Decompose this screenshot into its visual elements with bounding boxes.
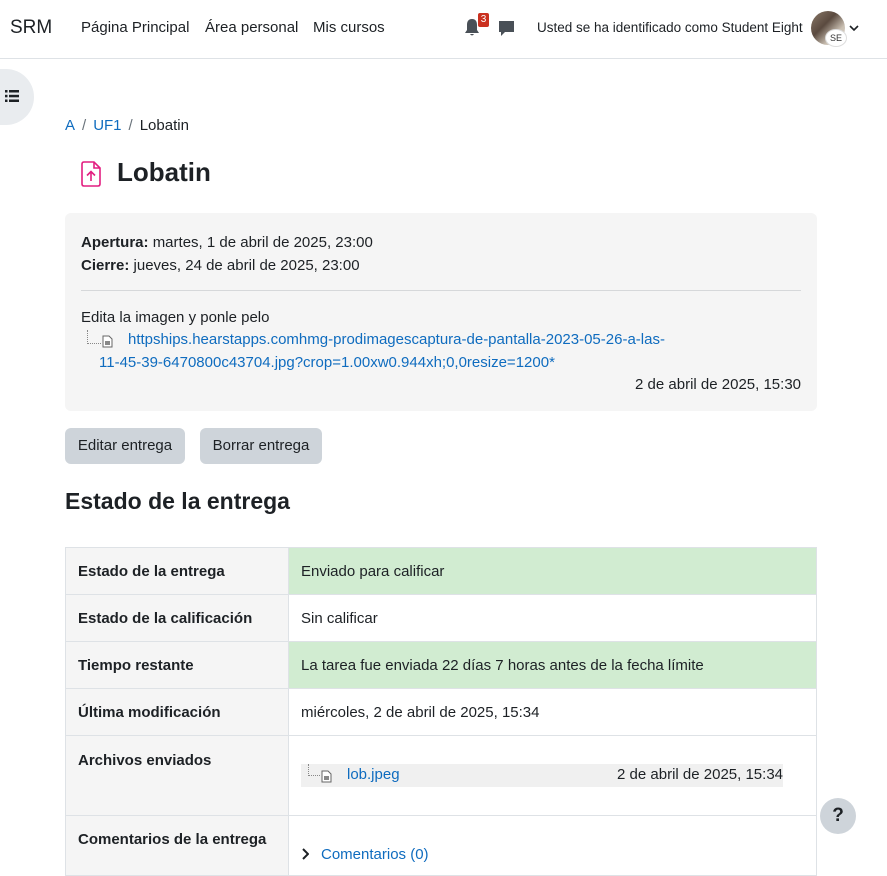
- table-row: Estado de la entrega Enviado para califi…: [65, 547, 817, 595]
- delete-submission-button[interactable]: Borrar entrega: [200, 428, 322, 464]
- submitted-file-link[interactable]: lob.jpeg: [347, 766, 400, 783]
- notification-count-badge: 3: [478, 13, 489, 27]
- closing-date-label: Cierre:: [81, 257, 130, 274]
- row-label: Estado de la calificación: [65, 594, 289, 642]
- messages-chat-icon[interactable]: [497, 19, 516, 38]
- attachment-date: 2 de abril de 2025, 15:30: [635, 376, 801, 393]
- chevron-right-icon[interactable]: [301, 848, 309, 860]
- row-label: Estado de la entrega: [65, 547, 289, 595]
- image-file-icon: [321, 770, 332, 783]
- comments-toggle-link[interactable]: Comentarios (0): [321, 846, 429, 863]
- time-remaining-value: La tarea fue enviada 22 días 7 horas ant…: [288, 641, 817, 689]
- top-navbar: SRM Página Principal Área personal Mis c…: [0, 0, 887, 59]
- assignment-intro: Edita la imagen y ponle pelo: [81, 309, 270, 326]
- page-title: Lobatin: [117, 157, 211, 187]
- row-label: Comentarios de la entrega: [65, 815, 289, 876]
- assignment-dates: Apertura: martes, 1 de abril de 2025, 23…: [81, 231, 373, 277]
- nav-home-link[interactable]: Página Principal: [81, 19, 189, 36]
- submitted-file-date: 2 de abril de 2025, 15:34: [617, 766, 783, 783]
- opening-date-label: Apertura:: [81, 234, 149, 251]
- submission-status-heading: Estado de la entrega: [65, 488, 290, 514]
- row-label: Tiempo restante: [65, 641, 289, 689]
- breadcrumb-link-course[interactable]: A: [65, 117, 75, 134]
- submitted-files-cell: lob.jpeg 2 de abril de 2025, 15:34: [288, 735, 817, 816]
- table-row: Archivos enviados lob.jpeg 2 de abril de…: [65, 735, 817, 816]
- divider: [81, 290, 801, 291]
- user-menu-chevron-down-icon[interactable]: [849, 24, 859, 32]
- list-icon: [5, 90, 19, 102]
- logged-in-user-text: Usted se ha identificado como Student Ei…: [537, 20, 803, 35]
- row-label: Última modificación: [65, 688, 289, 736]
- tree-connector: [308, 764, 320, 776]
- nav-dashboard-link[interactable]: Área personal: [205, 19, 298, 36]
- table-row: Última modificación miércoles, 2 de abri…: [65, 688, 817, 736]
- submitted-file-item: lob.jpeg 2 de abril de 2025, 15:34: [301, 764, 783, 787]
- nav-my-courses-link[interactable]: Mis cursos: [313, 19, 385, 36]
- help-button[interactable]: ?: [820, 798, 856, 834]
- opening-date-value: martes, 1 de abril de 2025, 23:00: [152, 234, 373, 251]
- table-row: Comentarios de la entrega Comentarios (0…: [65, 815, 817, 876]
- breadcrumb-current: Lobatin: [139, 117, 189, 134]
- attachment-link[interactable]: httpships.hearstapps.comhmg-prodimagesca…: [99, 328, 679, 374]
- comments-cell: Comentarios (0): [288, 815, 817, 876]
- grading-status-value: Sin calificar: [288, 594, 817, 642]
- breadcrumb: A / UF1/Lobatin: [65, 117, 189, 134]
- table-row: Estado de la calificación Sin calificar: [65, 594, 817, 642]
- breadcrumb-link-section[interactable]: UF1: [93, 117, 121, 134]
- assignment-info-box: Apertura: martes, 1 de abril de 2025, 23…: [65, 213, 817, 411]
- row-label: Archivos enviados: [65, 735, 289, 816]
- site-brand[interactable]: SRM: [10, 17, 52, 39]
- table-row: Tiempo restante La tarea fue enviada 22 …: [65, 641, 817, 689]
- edit-submission-button[interactable]: Editar entrega: [65, 428, 185, 464]
- avatar-initials-badge: SE: [825, 29, 847, 47]
- assignment-upload-icon: [81, 161, 101, 187]
- closing-date-value: jueves, 24 de abril de 2025, 23:00: [133, 257, 360, 274]
- submission-status-table: Estado de la entrega Enviado para califi…: [65, 547, 817, 876]
- submission-status-value: Enviado para calificar: [288, 547, 817, 595]
- last-modified-value: miércoles, 2 de abril de 2025, 15:34: [288, 688, 817, 736]
